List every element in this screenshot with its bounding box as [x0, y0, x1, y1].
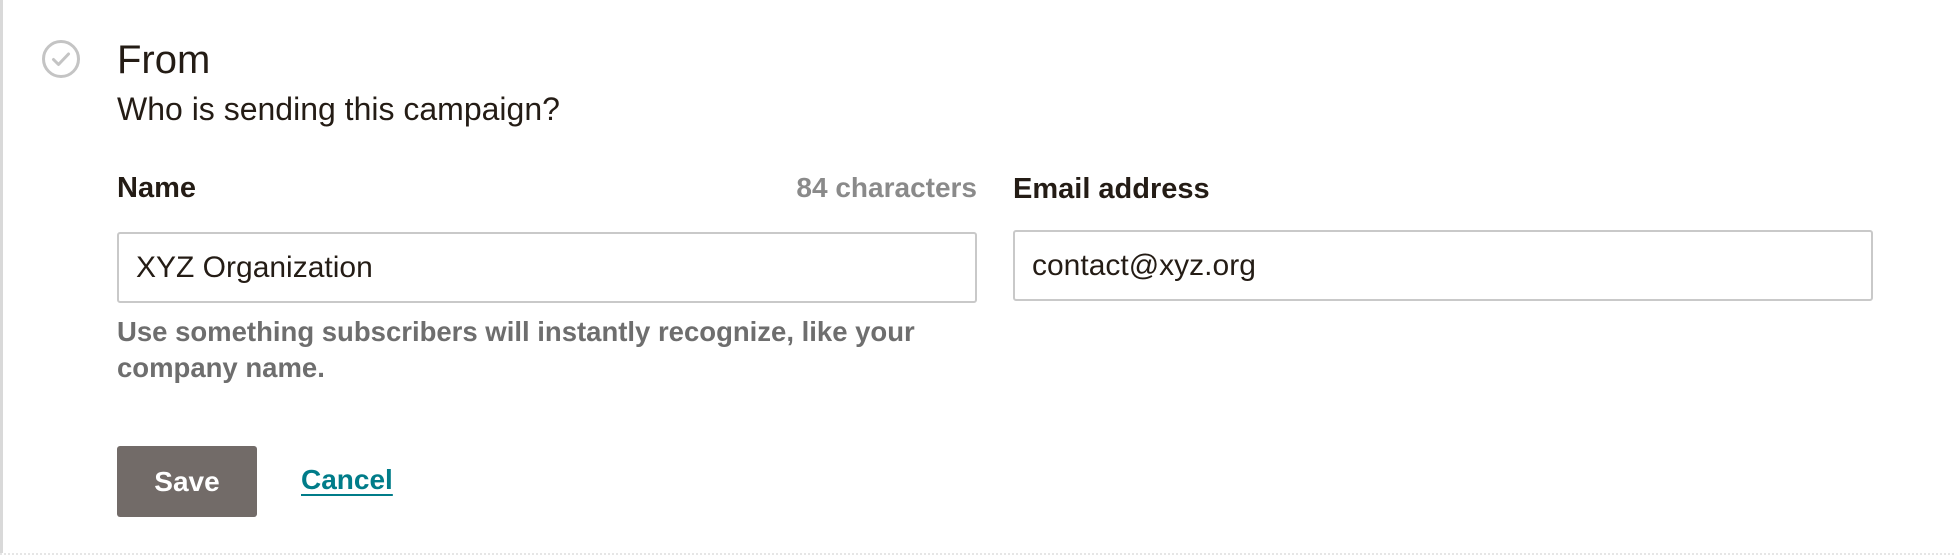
- section-subtitle: Who is sending this campaign?: [117, 91, 560, 127]
- email-input[interactable]: [1013, 230, 1873, 301]
- save-button[interactable]: Save: [117, 446, 257, 517]
- from-settings-panel: From Who is sending this campaign? Name …: [0, 0, 1954, 553]
- check-circle-icon: [42, 40, 80, 78]
- name-char-count: 84 characters: [796, 172, 977, 203]
- name-label: Name: [117, 172, 196, 204]
- section-title: From: [117, 38, 211, 82]
- email-label: Email address: [1013, 173, 1210, 205]
- cancel-link[interactable]: Cancel: [301, 461, 393, 499]
- section-divider: [0, 553, 1954, 555]
- name-help-text: Use something subscribers will instantly…: [117, 316, 915, 383]
- name-input[interactable]: [117, 232, 977, 303]
